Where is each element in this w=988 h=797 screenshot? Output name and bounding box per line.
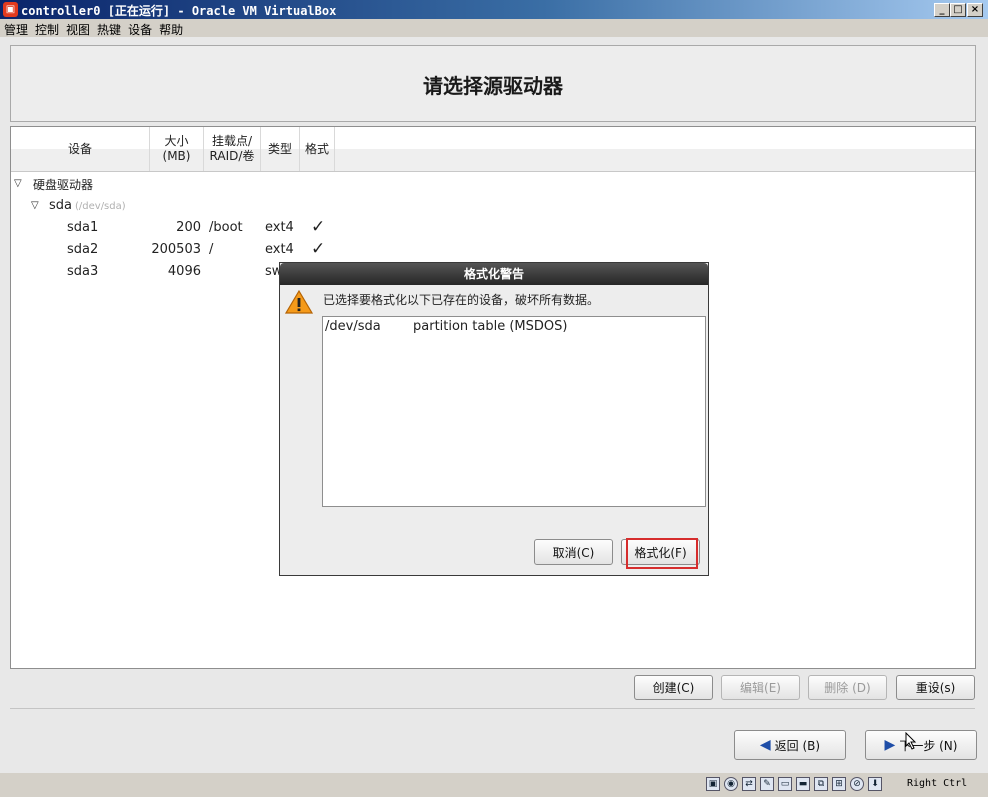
arrow-left-icon: ◀	[759, 737, 771, 753]
highlight-box	[626, 538, 698, 569]
partition-name: sda3	[67, 264, 99, 279]
menu-devices[interactable]: 设备	[124, 19, 155, 38]
dialog-message: 已选择要格式化以下已存在的设备，破坏所有数据。	[323, 293, 600, 307]
title-bar: ▣ controller0 [正在运行] - Oracle VM Virtual…	[0, 0, 988, 19]
menu-bar: 管理 控制 视图 热键 设备 帮助	[0, 19, 988, 37]
menu-manage[interactable]: 管理	[0, 19, 31, 38]
partition-size: 200503	[151, 242, 201, 257]
col-type[interactable]: 类型	[261, 127, 300, 171]
col-size[interactable]: 大小 (MB)	[150, 127, 204, 171]
arrow-right-icon: ▶	[884, 737, 896, 753]
video-capture-icon[interactable]: ⧉	[814, 777, 828, 791]
menu-view[interactable]: 视图	[62, 19, 93, 38]
create-button[interactable]: 创建(C)	[634, 675, 713, 700]
back-button[interactable]: ◀ 返回 (B)	[734, 730, 846, 760]
list-item-desc: partition table (MSDOS)	[413, 319, 568, 334]
partition-type: ext4	[265, 242, 294, 257]
edit-button[interactable]: 编辑(E)	[721, 675, 800, 700]
header-divider	[11, 171, 975, 172]
warning-icon	[285, 289, 313, 314]
network-icon[interactable]: ⇄	[742, 777, 756, 791]
table-row[interactable]: sda1 200 /boot ext4 ✓	[11, 217, 351, 239]
partition-size: 4096	[167, 264, 201, 279]
host-key-label: Right Ctrl	[907, 778, 968, 789]
usb-icon[interactable]: ✎	[760, 777, 774, 791]
partition-mount: /boot	[209, 220, 243, 235]
col-format[interactable]: 格式	[300, 127, 335, 171]
col-mount[interactable]: 挂载点/ RAID/卷	[204, 127, 261, 171]
optical-drive-icon[interactable]: ◉	[724, 777, 738, 791]
expand-triangle-icon[interactable]: ▽	[14, 178, 22, 189]
next-button[interactable]: ▶ 下一步 (N)	[865, 730, 977, 760]
mouse-cursor-icon	[905, 732, 917, 750]
reset-button[interactable]: 重设(s)	[896, 675, 975, 700]
cancel-button[interactable]: 取消(C)	[534, 539, 613, 565]
group-label: 硬盘驱动器	[33, 178, 94, 192]
page-title: 请选择源驱动器	[423, 74, 563, 98]
partition-size: 200	[176, 220, 201, 235]
back-button-label: 返回 (B)	[774, 738, 821, 753]
maximize-button[interactable]: □	[950, 3, 966, 17]
list-item-device: /dev/sda	[325, 319, 381, 334]
expand-triangle-icon[interactable]: ▽	[31, 200, 39, 211]
menu-help[interactable]: 帮助	[155, 19, 186, 38]
minimize-button[interactable]: _	[934, 3, 950, 17]
mouse-integration-icon[interactable]: ⊘	[850, 777, 864, 791]
partition-type: ext4	[265, 220, 294, 235]
disk-name: sda	[49, 198, 72, 213]
delete-button[interactable]: 删除 (D)	[808, 675, 887, 700]
partition-mount: /	[209, 242, 214, 257]
table-row[interactable]: sda2 200503 / ext4 ✓	[11, 239, 351, 261]
menu-control[interactable]: 控制	[31, 19, 62, 38]
virtualbox-icon: ▣	[3, 2, 18, 17]
format-warning-dialog: 格式化警告 已选择要格式化以下已存在的设备，破坏所有数据。 /dev/sda p…	[279, 262, 709, 576]
disk-path: (/dev/sda)	[75, 201, 126, 212]
cpu-icon[interactable]: ⊞	[832, 777, 846, 791]
keyboard-capture-icon[interactable]: ⬇	[868, 777, 882, 791]
partition-name: sda2	[67, 242, 99, 257]
device-list[interactable]: /dev/sda partition table (MSDOS)	[322, 316, 706, 507]
dialog-title: 格式化警告	[280, 263, 708, 285]
col-device[interactable]: 设备	[11, 127, 150, 171]
format-check-icon: ✓	[311, 239, 326, 259]
shared-folder-icon[interactable]: ▭	[778, 777, 792, 791]
divider	[10, 708, 975, 709]
window-title: controller0 [正在运行] - Oracle VM VirtualBo…	[21, 4, 337, 18]
close-button[interactable]: ×	[967, 3, 983, 17]
hard-disk-icon[interactable]: ▣	[706, 777, 720, 791]
status-bar: ▣ ◉ ⇄ ✎ ▭ ▬ ⧉ ⊞ ⊘ ⬇ Right Ctrl	[0, 773, 988, 797]
menu-hotkey[interactable]: 热键	[93, 19, 124, 38]
display-icon[interactable]: ▬	[796, 777, 810, 791]
header-panel: 请选择源驱动器	[10, 45, 976, 122]
partition-name: sda1	[67, 220, 99, 235]
format-check-icon: ✓	[311, 217, 326, 237]
